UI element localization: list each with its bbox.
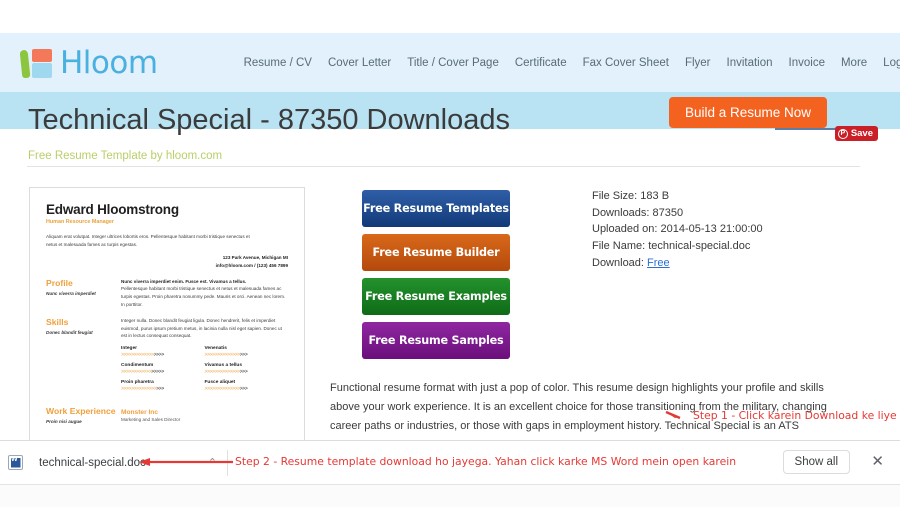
nav-item-resume-cv[interactable]: Resume / CV: [244, 57, 312, 69]
nav-item-invoice[interactable]: Invoice: [789, 57, 825, 69]
resume-skill-item: Vivamus a tellus >>>>>>>>>>>>>>>>>: [205, 363, 289, 375]
resume-profile-body: Pellentesque habitant morbi tristique se…: [121, 286, 286, 307]
resume-skill-name: Fusce aliquet: [204, 379, 236, 385]
downloaded-file-name[interactable]: technical-special.doc: [39, 457, 146, 469]
resume-skills-subtitle: Donec blandit feugiat: [46, 330, 93, 336]
resume-profile-subtitle: Nunc viverra imperdiet: [46, 290, 96, 296]
resume-work-section: Work Experience Proin nisi augue Monster…: [46, 406, 288, 424]
resume-skill-rating-bar: >>>>>>>>>>>>>>>>>: [121, 385, 164, 392]
nav-item-more[interactable]: More: [841, 57, 867, 69]
hloom-logo-icon: [19, 46, 56, 80]
free-resume-templates-button[interactable]: Free Resume Templates: [362, 190, 510, 227]
resume-work-subtitle: Proin nisi augue: [46, 418, 82, 424]
nav-item-fax-cover-sheet[interactable]: Fax Cover Sheet: [583, 57, 669, 69]
resume-skill-name: Condimentum: [121, 362, 154, 368]
content-divider: [27, 166, 860, 167]
nav-item-flyer[interactable]: Flyer: [685, 57, 711, 69]
pinterest-save-label: Save: [850, 128, 873, 139]
nav-item-login-signup[interactable]: Login | Sign Up: [883, 57, 900, 69]
resume-skills-heading: Skills: [46, 317, 69, 328]
nav-item-title-cover-page[interactable]: Title / Cover Page: [407, 57, 499, 69]
resume-skill-name: Venenatis: [204, 345, 227, 351]
resume-skill-item: Integer >>>>>>>>>>>>>>>>>: [121, 346, 205, 358]
free-resume-samples-button[interactable]: Free Resume Samples: [362, 322, 510, 359]
site-logo[interactable]: Hloom: [19, 44, 158, 81]
step2-annotation-text: Step 2 - Resume template download ho jay…: [235, 455, 737, 468]
resume-intro-text: Aliquam erat volutpat. Integer ultrices …: [46, 234, 250, 247]
top-white-strip: [0, 0, 900, 33]
resume-job-title: Marketing and Sales Director: [121, 416, 181, 422]
resume-skill-name: Integer: [121, 345, 137, 351]
resume-skill-rating-bar: >>>>>>>>>>>>>>>>>: [204, 368, 248, 375]
downloads-label: Downloads: 87350: [592, 206, 684, 219]
page-subtitle: Free Resume Template by hloom.com: [28, 150, 223, 162]
download-shelf: technical-special.doc ⌃ Step 2 - Resume …: [0, 440, 900, 507]
download-row: Download: Free: [592, 255, 763, 272]
resume-skill-name: Vivamus a tellus: [204, 362, 243, 368]
step2-arrow-icon: [139, 458, 233, 466]
uploaded-label: Uploaded on: 2014-05-13 21:00:00: [592, 223, 763, 236]
close-icon[interactable]: ✕: [871, 454, 884, 469]
pinterest-icon: P: [837, 128, 848, 139]
file-name-label: File Name: technical-special.doc: [592, 240, 751, 253]
word-doc-icon: [8, 455, 23, 470]
resume-skill-rating-bar: >>>>>>>>>>>>>>>>>: [121, 351, 164, 358]
resume-company-name: Monster Inc: [121, 408, 159, 416]
nav-item-cover-letter[interactable]: Cover Letter: [328, 57, 391, 69]
site-header: Hloom Resume / CV Cover Letter Title / C…: [0, 33, 900, 92]
resume-skills-section: Skills Donec blandit feugiat Integer nul…: [46, 317, 288, 397]
resume-skill-rating-bar: >>>>>>>>>>>>>>>>>: [204, 385, 248, 392]
browser-page: Hloom Resume / CV Cover Letter Title / C…: [0, 0, 900, 507]
resume-skill-name: Proin pharetra: [121, 379, 154, 385]
resume-skill-item: Fusce aliquet >>>>>>>>>>>>>>>>>: [205, 380, 289, 392]
download-prefix-label: Download:: [592, 256, 648, 269]
free-resume-examples-button[interactable]: Free Resume Examples: [362, 278, 510, 315]
pinterest-save-button[interactable]: P Save: [834, 126, 878, 141]
main-content: Edward Hloomstrong Human Resource Manage…: [0, 166, 900, 451]
title-underline-accent: [775, 128, 835, 130]
file-size-label: File Size: 183 B: [592, 190, 670, 202]
resume-profile-lead: Nunc viverra imperdiet enim. Fusce est. …: [121, 278, 247, 284]
logo-text: Hloom: [60, 44, 158, 81]
file-meta-panel: File Size: 183 B Downloads: 87350 Upload…: [592, 188, 763, 272]
resume-candidate-name: Edward Hloomstrong: [46, 202, 179, 217]
resume-contact-address: 123 Park Avenue, Michigan MI: [222, 255, 288, 261]
resume-skill-item: Venenatis >>>>>>>>>>>>>>>>>: [205, 346, 289, 358]
free-resume-builder-button[interactable]: Free Resume Builder: [362, 234, 510, 271]
resume-contact-email-phone: info@hloom.com / (123) 456 7899: [215, 262, 288, 268]
nav-item-certificate[interactable]: Certificate: [515, 57, 567, 69]
page-title: Technical Special - 87350 Downloads: [28, 104, 511, 136]
resume-profile-heading: Profile: [46, 277, 73, 288]
main-nav: Resume / CV Cover Letter Title / Cover P…: [244, 52, 900, 74]
resume-work-heading: Work Experience: [46, 405, 116, 416]
resume-profile-section: Profile Nunc viverra imperdiet Nunc vive…: [46, 278, 288, 308]
resume-skill-rating-grid: Integer >>>>>>>>>>>>>>>>> Venenatis >>>>>>>…: [121, 346, 288, 397]
resume-skill-rating-bar: >>>>>>>>>>>>>>>>>: [204, 351, 248, 358]
resume-candidate-role: Human Resource Manager: [46, 219, 115, 225]
resume-skill-rating-bar: >>>>>>>>>>>>>>>>>: [121, 368, 164, 375]
resume-preview-thumbnail[interactable]: Edward Hloomstrong Human Resource Manage…: [29, 187, 305, 441]
download-free-link[interactable]: Free: [647, 257, 670, 269]
resume-skill-item: Condimentum >>>>>>>>>>>>>>>>>: [121, 363, 205, 375]
build-a-resume-now-button[interactable]: Build a Resume Now: [668, 97, 827, 128]
download-shelf-row: technical-special.doc ⌃ Step 2 - Resume …: [0, 441, 900, 485]
resume-skills-body: Integer nulla. Donec blandit feugiat lig…: [121, 318, 282, 339]
nav-item-invitation[interactable]: Invitation: [727, 57, 773, 69]
promo-button-stack: Free Resume Templates Free Resume Builde…: [362, 190, 510, 366]
show-all-downloads-button[interactable]: Show all: [782, 450, 850, 474]
resume-skill-item: Proin pharetra >>>>>>>>>>>>>>>>>: [121, 380, 205, 392]
